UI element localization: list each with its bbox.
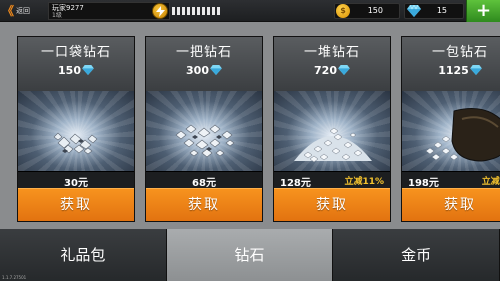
energy-segment bbox=[177, 7, 180, 15]
offer-card: 一把钻石 300 68元 获取 bbox=[145, 36, 263, 222]
price-label: 128元 bbox=[280, 178, 311, 189]
card-header: 一口袋钻石 150 bbox=[18, 37, 134, 91]
buy-button[interactable]: 获取 bbox=[18, 188, 134, 221]
offer-card: 一包钻石 1125 198元 立减1 获取 bbox=[401, 36, 500, 222]
amount-value: 720 bbox=[314, 64, 337, 77]
coin-counter: $ 150 bbox=[334, 3, 400, 19]
tab-diamonds[interactable]: 钻石 bbox=[166, 229, 334, 281]
price-label: 68元 bbox=[192, 178, 216, 189]
version-label: 1.1.7.27501 bbox=[2, 275, 27, 280]
buy-button[interactable]: 获取 bbox=[402, 188, 500, 221]
amount-value: 1125 bbox=[438, 64, 469, 77]
shop-tabs: 礼品包 钻石 金币 bbox=[0, 229, 500, 281]
diamond-value: 15 bbox=[436, 6, 447, 15]
card-amount: 300 bbox=[146, 64, 262, 77]
diamond-pouch-image bbox=[18, 91, 134, 171]
tab-gift-packs[interactable]: 礼品包 bbox=[0, 229, 167, 281]
energy-segment bbox=[197, 7, 200, 15]
back-arrow-icon: 《 bbox=[2, 4, 15, 18]
diamond-handful-image bbox=[146, 91, 262, 171]
price-row: 128元 立减11% bbox=[274, 171, 390, 189]
card-amount: 150 bbox=[18, 64, 134, 77]
card-amount: 720 bbox=[274, 64, 390, 77]
card-title: 一包钻石 bbox=[431, 45, 488, 60]
top-bar: 《 返回 玩家9277 1级 $ 150 15 + bbox=[0, 0, 500, 22]
coin-value: 150 bbox=[367, 6, 383, 15]
back-label: 返回 bbox=[16, 7, 31, 15]
diamond-bag-image bbox=[402, 91, 500, 171]
card-title: 一口袋钻石 bbox=[40, 45, 111, 60]
diamond-icon bbox=[338, 65, 350, 75]
diamond-icon bbox=[210, 65, 222, 75]
coin-icon: $ bbox=[336, 4, 350, 18]
discount-badge: 立减1 bbox=[481, 177, 500, 187]
buy-button[interactable]: 获取 bbox=[274, 188, 390, 221]
offer-card: 一堆钻石 720 128元 立减11% 获取 bbox=[273, 36, 391, 222]
card-amount: 1125 bbox=[402, 64, 500, 77]
amount-value: 150 bbox=[58, 64, 81, 77]
card-header: 一把钻石 300 bbox=[146, 37, 262, 91]
buy-button[interactable]: 获取 bbox=[146, 188, 262, 221]
diamond-heap-image bbox=[274, 91, 390, 171]
card-title: 一把钻石 bbox=[175, 45, 232, 60]
energy-segment bbox=[187, 7, 190, 15]
card-title: 一堆钻石 bbox=[303, 45, 360, 60]
price-label: 198元 bbox=[408, 178, 439, 189]
diamond-counter: 15 bbox=[404, 3, 464, 19]
energy-segment bbox=[172, 7, 175, 15]
back-button[interactable]: 《 返回 bbox=[2, 2, 42, 20]
diamond-icon bbox=[82, 65, 94, 75]
price-row: 198元 立减1 bbox=[402, 171, 500, 189]
player-level: 1级 bbox=[52, 12, 62, 19]
card-header: 一堆钻石 720 bbox=[274, 37, 390, 91]
energy-segment bbox=[217, 7, 220, 15]
lightning-icon bbox=[152, 3, 168, 19]
diamond-icon bbox=[469, 65, 482, 75]
energy-segment bbox=[202, 7, 205, 15]
price-label: 30元 bbox=[64, 178, 88, 189]
offer-card: 一口袋钻石 150 30元 获取 bbox=[17, 36, 135, 222]
energy-bar bbox=[172, 7, 220, 15]
add-currency-button[interactable]: + bbox=[466, 0, 500, 22]
tab-coins[interactable]: 金币 bbox=[333, 229, 500, 281]
discount-badge: 立减11% bbox=[344, 177, 384, 187]
energy-segment bbox=[182, 7, 185, 15]
player-name: 玩家9277 bbox=[52, 4, 84, 12]
diamond-icon bbox=[407, 5, 421, 17]
diamond-offers: 一口袋钻石 150 30元 获取 一把钻石 300 68元 获取 一堆钻石 72… bbox=[0, 36, 500, 222]
card-header: 一包钻石 1125 bbox=[402, 37, 500, 91]
energy-segment bbox=[207, 7, 210, 15]
energy-segment bbox=[192, 7, 195, 15]
amount-value: 300 bbox=[186, 64, 209, 77]
price-row: 68元 bbox=[146, 171, 262, 189]
energy-segment bbox=[212, 7, 215, 15]
price-row: 30元 bbox=[18, 171, 134, 189]
